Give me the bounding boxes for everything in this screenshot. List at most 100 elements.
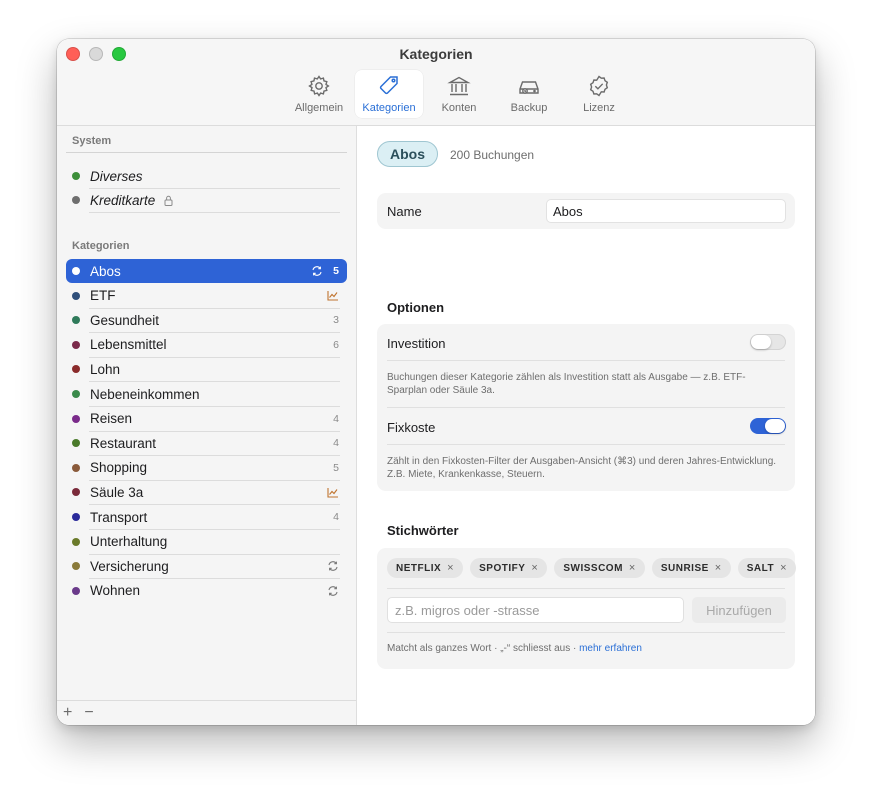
remove-category-button[interactable]: − (84, 704, 93, 722)
keyword-tag: SPOTIFY × (470, 558, 548, 578)
sidebar-item-reisen[interactable]: Reisen 4 (66, 407, 347, 432)
color-dot (72, 390, 80, 398)
color-dot (72, 172, 80, 180)
tab-allgemein[interactable]: Allgemein (285, 70, 353, 118)
keyword-hint: Matcht als ganzes Wort · „-“ schliesst a… (387, 643, 642, 654)
divider (387, 632, 785, 633)
category-name: Transport (90, 509, 148, 525)
booking-count: 3 (333, 314, 339, 327)
learn-more-link[interactable]: mehr erfahren (579, 643, 642, 654)
keyword-tag: SUNRISE × (651, 558, 731, 578)
category-detail: Abos 200 Buchungen Name Abos Optionen In… (357, 126, 815, 725)
divider (66, 152, 347, 153)
bookings-count: 200 Buchungen (450, 148, 535, 162)
keyword-tag: NETFLIX × (387, 558, 464, 578)
color-dot (72, 488, 80, 497)
recurring-icon (311, 265, 323, 277)
remove-keyword-icon[interactable]: × (447, 562, 454, 574)
keyword-tags: NETFLIX × SPOTIFY × SWISSCOM × SUNRISE × SALT × (387, 558, 797, 578)
hint-text: Matcht als ganzes Wort · „-“ schliesst a… (387, 643, 577, 654)
tab-backup[interactable]: Backup (495, 70, 563, 118)
row-meta: 6 (333, 339, 339, 351)
row-meta (327, 560, 339, 572)
category-name-field[interactable]: Abos (546, 199, 786, 223)
sidebar-footer: + − (57, 700, 356, 725)
recurring-icon (327, 585, 339, 597)
keyword-tag: SALT × (737, 558, 797, 578)
tab-lizenz[interactable]: Lizenz (565, 70, 633, 118)
tab-kategorien[interactable]: Kategorien (355, 70, 423, 118)
sidebar-item-etf[interactable]: ETF (66, 284, 347, 309)
remove-keyword-icon[interactable]: × (531, 562, 538, 574)
sidebar-item-wohnen[interactable]: Wohnen (66, 579, 347, 603)
divider (387, 444, 785, 445)
fixed-cost-toggle[interactable] (750, 418, 786, 434)
divider (387, 407, 785, 408)
remove-keyword-icon[interactable]: × (715, 562, 722, 574)
row-meta (327, 290, 339, 301)
seal-check-icon (589, 75, 609, 97)
recurring-icon (327, 560, 339, 572)
category-name: Unterhaltung (90, 534, 168, 550)
title-bar: Kategorien Allgemein Kategorien Konten B… (57, 39, 815, 126)
keyword-label: SUNRISE (660, 562, 709, 574)
section-title-kategorien: Kategorien (72, 240, 130, 252)
color-dot (72, 513, 80, 521)
row-meta: 3 (333, 314, 339, 326)
category-name: Nebeneinkommen (90, 386, 200, 402)
category-name: Lebensmittel (90, 337, 167, 353)
lock-icon (164, 195, 173, 206)
investment-description: Buchungen dieser Kategorie zählen als In… (387, 372, 746, 396)
sidebar-item-saeule-3a[interactable]: Säule 3a (66, 480, 347, 506)
sidebar-item-transport[interactable]: Transport 4 (66, 505, 347, 530)
remove-keyword-icon[interactable]: × (629, 562, 636, 574)
sidebar-item-versicherung[interactable]: Versicherung (66, 554, 347, 580)
category-sidebar: System Diverses Kreditkarte Kategorien A… (57, 126, 357, 725)
sidebar-item-lohn[interactable]: Lohn (66, 357, 347, 383)
tab-label: Lizenz (583, 102, 615, 114)
divider (387, 360, 785, 361)
add-category-button[interactable]: + (63, 704, 72, 722)
row-meta: 4 (333, 437, 339, 449)
investment-chart-icon (327, 487, 339, 498)
sidebar-item-unterhaltung[interactable]: Unterhaltung (66, 530, 347, 555)
sidebar-item-kreditkarte[interactable]: Kreditkarte (66, 188, 347, 213)
category-name: Restaurant (90, 435, 157, 451)
category-name: Säule 3a (90, 484, 144, 500)
tag-icon (379, 76, 398, 95)
sidebar-item-restaurant[interactable]: Restaurant 4 (66, 431, 347, 457)
toggle-knob (751, 335, 771, 349)
category-name: Diverses (90, 168, 143, 184)
category-name: Shopping (90, 460, 148, 476)
color-dot (72, 267, 80, 275)
keyword-input[interactable]: z.B. migros oder -strasse (387, 597, 684, 623)
add-keyword-button[interactable]: Hinzufügen (692, 597, 786, 623)
category-name: Versicherung (90, 558, 169, 574)
color-dot (72, 316, 80, 325)
tab-konten[interactable]: Konten (425, 70, 493, 118)
tab-label: Kategorien (362, 102, 416, 114)
remove-keyword-icon[interactable]: × (780, 562, 787, 574)
category-name: Wohnen (90, 583, 141, 599)
category-name: Abos (90, 263, 121, 279)
sidebar-item-gesundheit[interactable]: Gesundheit 3 (66, 308, 347, 334)
backup-drive-icon (519, 81, 539, 94)
row-meta: 4 (333, 413, 339, 425)
investment-toggle[interactable] (750, 334, 786, 350)
sidebar-item-shopping[interactable]: Shopping 5 (66, 456, 347, 481)
category-name: Gesundheit (90, 312, 160, 328)
booking-count: 5 (333, 265, 339, 277)
color-dot (72, 365, 80, 374)
sidebar-item-abos[interactable]: Abos 5 (66, 259, 347, 283)
options-title: Optionen (387, 300, 445, 315)
gear-icon (308, 75, 330, 97)
sidebar-item-nebeneinkommen[interactable]: Nebeneinkommen (66, 382, 347, 407)
booking-count: 5 (333, 461, 339, 474)
category-name: ETF (90, 288, 116, 304)
sidebar-item-lebensmittel[interactable]: Lebensmittel 6 (66, 333, 347, 358)
tab-label: Konten (441, 102, 477, 114)
color-dot (72, 463, 80, 472)
sidebar-item-diverses[interactable]: Diverses (66, 164, 347, 189)
keyword-label: NETFLIX (396, 562, 442, 574)
row-meta: 4 (333, 511, 339, 523)
